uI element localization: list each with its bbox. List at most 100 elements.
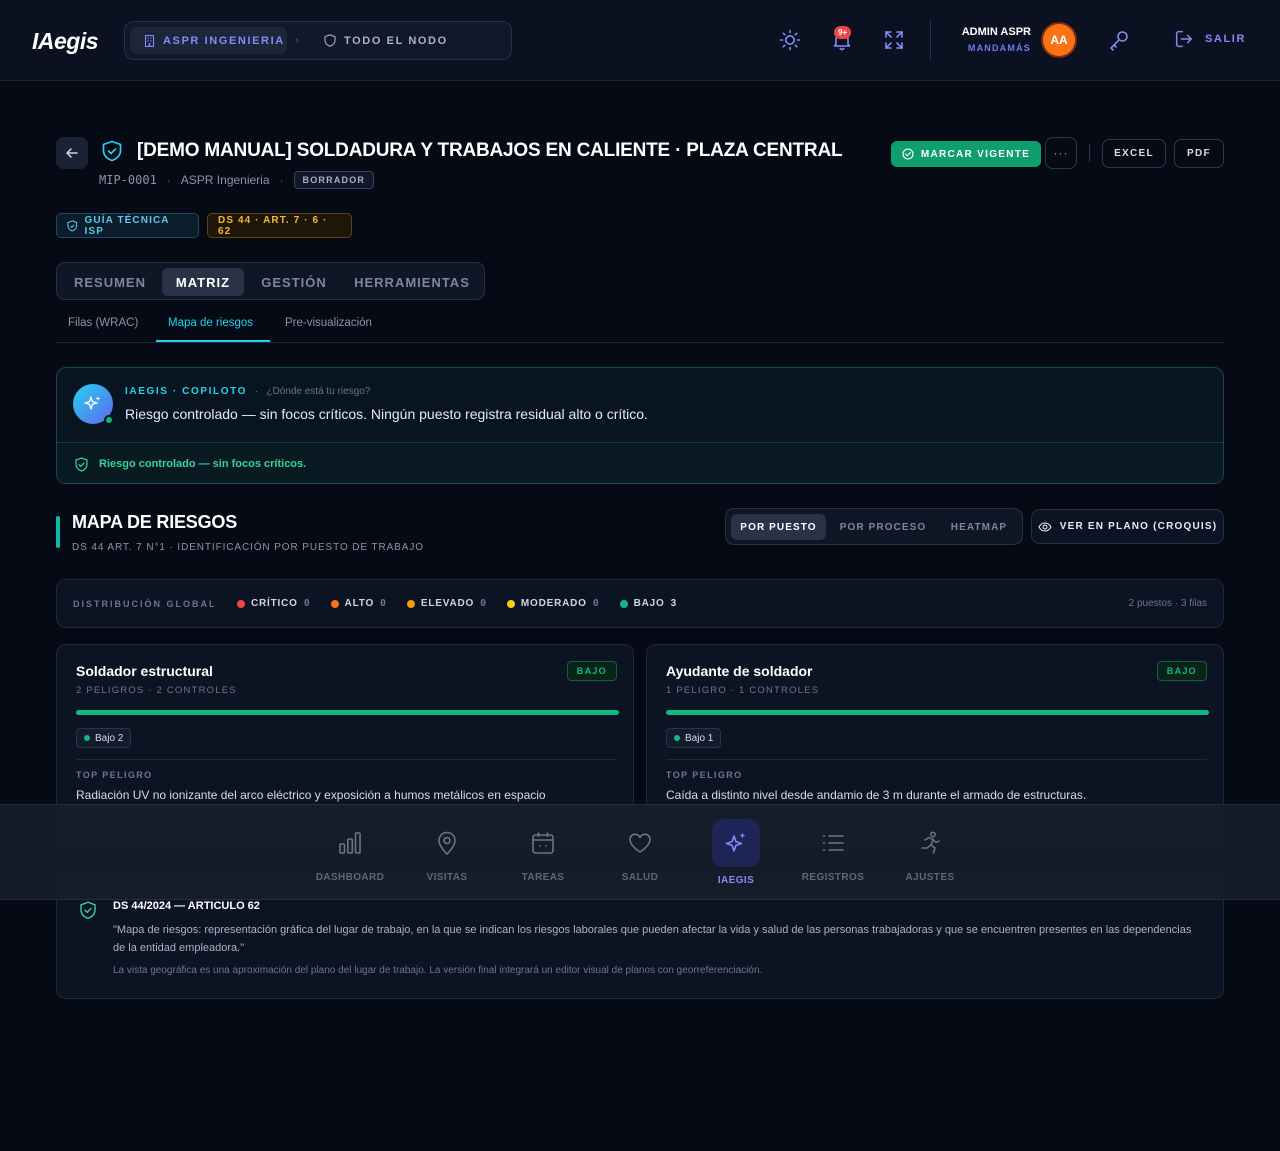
notification-badge: 9+: [834, 26, 852, 39]
copilot-separator: ·: [255, 386, 259, 397]
view-toggle: POR PUESTO POR PROCESO HEATMAP: [725, 508, 1023, 545]
excel-button[interactable]: EXCEL: [1102, 139, 1166, 168]
sun-icon[interactable]: [778, 28, 802, 52]
meta-separator: ·: [166, 173, 171, 187]
breadcrumb-node[interactable]: TODO EL NODO: [324, 27, 448, 54]
section-title: MAPA DE RIESGOS: [72, 512, 238, 532]
nav-salud[interactable]: SALUD: [592, 805, 688, 901]
legend-label: MODERADO: [520, 598, 587, 609]
legend-label: ELEVADO: [420, 598, 475, 609]
nav-label: REGISTROS: [801, 872, 865, 883]
legend-count: 0: [480, 598, 487, 609]
nav-tareas[interactable]: TAREAS: [495, 805, 591, 901]
divider: [76, 759, 617, 760]
top-hazard-text: Caída a distinto nivel desde andamio de …: [666, 788, 1087, 802]
distribution-legend: CRÍTICO 0 ALTO 0 ELEVADO 0 MODERADO 0 BAJO 3: [237, 598, 677, 609]
expand-icon[interactable]: [882, 28, 906, 52]
document-code: MIP-0001: [99, 173, 157, 187]
nav-registros[interactable]: REGISTROS: [785, 805, 881, 901]
legend-count: 3: [670, 598, 677, 609]
legal-title: DS 44/2024 — ARTICULO 62: [113, 900, 260, 912]
tab-resumen[interactable]: RESUMEN: [62, 268, 158, 296]
legend-dot: [330, 599, 339, 608]
legend-dot: [506, 599, 515, 608]
position-name: Soldador estructural: [76, 663, 213, 679]
tag-ds44-label: DS 44 · ART. 7 · 6 · 62: [218, 214, 328, 237]
subtab-previsualizacion[interactable]: Pre-visualización: [285, 317, 372, 329]
active-subtab-indicator: [156, 340, 270, 342]
divider: [1089, 144, 1090, 162]
view-por-proceso[interactable]: POR PROCESO: [830, 514, 936, 540]
nav-visitas[interactable]: VISITAS: [399, 805, 495, 901]
app-logo[interactable]: IAegis: [32, 28, 99, 55]
legend-label: ALTO: [344, 598, 375, 609]
mark-current-button[interactable]: MARCAR VIGENTE: [891, 141, 1041, 167]
tag-ds44[interactable]: DS 44 · ART. 7 · 6 · 62: [207, 213, 352, 238]
copilot-header: IAEGIS · COPILOTO · ¿Dónde está tu riesg…: [125, 386, 370, 397]
online-indicator: [104, 415, 114, 425]
position-name: Ayudante de soldador: [666, 663, 813, 679]
view-por-puesto[interactable]: POR PUESTO: [731, 514, 826, 540]
top-hazard-label: TOP PELIGRO: [76, 770, 153, 780]
tab-matriz[interactable]: MATRIZ: [162, 268, 244, 296]
logout-icon: [1175, 30, 1193, 48]
nav-iaegis[interactable]: IAEGIS: [688, 805, 784, 901]
list-icon: [822, 835, 844, 851]
nav-ajustes[interactable]: AJUSTES: [882, 805, 978, 901]
chevron-right-icon: ›: [295, 33, 299, 47]
chip-dot: [674, 735, 680, 741]
back-button[interactable]: [56, 137, 88, 169]
nav-label: TAREAS: [521, 872, 565, 883]
view-plan-label: VER EN PLANO (CROQUIS): [1059, 521, 1218, 532]
shield-check-icon: [80, 901, 96, 920]
key-icon[interactable]: [1107, 28, 1131, 52]
user-name: ADMIN ASPR: [961, 26, 1031, 38]
shield-icon: [324, 34, 336, 47]
breadcrumb-company-label: ASPR INGENIERIA: [163, 34, 285, 47]
nav-label: IAEGIS: [717, 875, 755, 886]
breadcrumb: ASPR INGENIERIA › TODO EL NODO: [124, 21, 512, 60]
tab-herramientas[interactable]: HERRAMIENTAS: [344, 268, 480, 296]
position-meta: 1 PELIGRO · 1 CONTROLES: [666, 685, 820, 696]
breadcrumb-node-label: TODO EL NODO: [344, 34, 448, 47]
tag-isp-guide[interactable]: GUÍA TÉCNICA ISP: [56, 213, 199, 238]
copilot-card: IAEGIS · COPILOTO · ¿Dónde está tu riesg…: [56, 367, 1224, 484]
logout-button[interactable]: SALIR: [1173, 28, 1246, 50]
legend-dot: [619, 599, 628, 608]
view-heatmap[interactable]: HEATMAP: [940, 514, 1018, 540]
more-options-button[interactable]: ···: [1045, 137, 1077, 169]
distribution-label: DISTRIBUCIÓN GLOBAL: [73, 599, 217, 609]
subtab-filas[interactable]: Filas (WRAC): [68, 317, 138, 329]
view-plan-button[interactable]: VER EN PLANO (CROQUIS): [1031, 509, 1224, 544]
copilot-question: ¿Dónde está tu riesgo?: [266, 386, 371, 397]
mark-current-label: MARCAR VIGENTE: [920, 148, 1031, 160]
shield-check-icon: [102, 140, 122, 162]
risk-count-chip: Bajo 1: [666, 728, 722, 748]
legend-item-elevado: ELEVADO 0: [406, 598, 487, 609]
tab-gestion[interactable]: GESTIÓN: [248, 268, 340, 296]
risk-level-badge: BAJO: [1156, 661, 1207, 681]
divider: [666, 759, 1207, 760]
pdf-button[interactable]: PDF: [1174, 139, 1224, 168]
risk-count-chip: Bajo 2: [76, 728, 132, 748]
copilot-status: Riesgo controlado — sin focos críticos.: [57, 442, 1223, 483]
divider: [930, 20, 931, 60]
legend-item-critico: CRÍTICO 0: [237, 598, 311, 609]
nav-label: AJUSTES: [905, 872, 955, 883]
check-circle-icon: [902, 148, 914, 160]
nav-dashboard[interactable]: DASHBOARD: [302, 805, 398, 901]
nav-label: VISITAS: [426, 872, 468, 883]
subtab-mapa[interactable]: Mapa de riesgos: [168, 317, 253, 329]
document-meta: MIP-0001 · ASPR Ingenieria · BORRADOR: [99, 171, 375, 189]
avatar[interactable]: AA: [1043, 24, 1075, 56]
heart-icon: [629, 833, 651, 853]
building-icon: [144, 34, 155, 47]
risk-distribution-bar: [76, 710, 619, 715]
top-bar: IAegis ASPR INGENIERIA › TODO EL NODO 9+…: [0, 0, 1280, 81]
legal-quote: "Mapa de riesgos: representación gráfica…: [113, 924, 1192, 954]
main-tabs: RESUMEN MATRIZ GESTIÓN HERRAMIENTAS: [56, 262, 485, 300]
risk-distribution-bar: [666, 710, 1209, 715]
meta-separator: ·: [279, 173, 284, 187]
breadcrumb-company[interactable]: ASPR INGENIERIA: [130, 27, 287, 54]
sparkles-icon: [725, 832, 746, 852]
